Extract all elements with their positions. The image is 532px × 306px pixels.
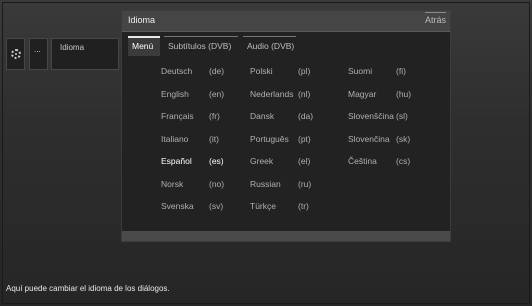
language-code: (pl) <box>298 66 311 76</box>
language-option-en[interactable]: English (en) <box>161 88 224 99</box>
tab-menu[interactable]: Menú <box>128 36 160 56</box>
language-name: Polski <box>250 66 273 76</box>
breadcrumb-settings[interactable] <box>6 38 25 70</box>
language-option-sl[interactable]: Slovenščina (sl) <box>348 111 408 121</box>
tab-audio-dvb[interactable]: Audio (DVB) <box>243 36 296 56</box>
language-option-hu[interactable]: Magyar (hu) <box>348 88 411 99</box>
language-name: Français <box>161 111 194 121</box>
language-option-pl[interactable]: Polski (pl) <box>250 66 310 76</box>
language-option-nl[interactable]: Nederlands (nl) <box>250 88 310 99</box>
language-option-tr[interactable]: Türkçe (tr) <box>250 201 309 211</box>
language-code: (da) <box>298 111 314 121</box>
language-code: (ru) <box>298 178 312 189</box>
language-name: Español <box>161 156 192 166</box>
language-code: (de) <box>209 66 225 76</box>
language-option-es[interactable]: Español (es) <box>161 156 224 166</box>
panel-header: Idioma Atrás <box>122 11 450 32</box>
language-code: (cs) <box>396 156 411 166</box>
language-name: Nederlands <box>250 88 294 99</box>
language-name: Türkçe <box>250 201 276 211</box>
ellipsis-icon: ... <box>34 45 41 54</box>
language-option-cs[interactable]: Čeština (cs) <box>348 156 410 166</box>
language-option-pt[interactable]: Português (pt) <box>250 133 311 144</box>
language-name: Deutsch <box>161 66 193 76</box>
language-name: Magyar <box>348 88 377 99</box>
language-name: Dansk <box>250 111 275 121</box>
language-name: English <box>161 88 189 99</box>
language-panel: Idioma Atrás Menú Subtítulos (DVB) Audio… <box>121 10 451 242</box>
language-option-sv[interactable]: Svenska (sv) <box>161 201 223 211</box>
language-option-it[interactable]: Italiano (it) <box>161 133 219 144</box>
gear-icon <box>11 49 21 59</box>
language-code: (fi) <box>396 66 406 76</box>
breadcrumb-language-label: Idioma <box>60 43 85 52</box>
help-text: Aquí puede cambiar el idioma de los diál… <box>6 284 170 293</box>
tab-subtitles-dvb[interactable]: Subtítulos (DVB) <box>164 36 238 56</box>
language-name: Svenska <box>161 201 194 211</box>
language-name: Italiano <box>161 133 189 144</box>
breadcrumb-language[interactable]: Idioma <box>51 38 119 70</box>
language-option-fr[interactable]: Français (fr) <box>161 111 220 121</box>
language-name: Norsk <box>161 178 184 189</box>
language-option-sk[interactable]: Slovenčina (sk) <box>348 133 410 144</box>
language-code: (no) <box>209 178 225 189</box>
language-name: Slovenščina <box>348 111 394 121</box>
language-name: Suomi <box>348 66 373 76</box>
language-code: (pt) <box>298 133 311 144</box>
language-code: (fr) <box>209 111 220 121</box>
language-option-da[interactable]: Dansk (da) <box>250 111 313 121</box>
language-code: (sv) <box>209 201 224 211</box>
language-name: Čeština <box>348 156 377 166</box>
language-option-no[interactable]: Norsk (no) <box>161 178 224 189</box>
language-name: Slovenčina <box>348 133 390 144</box>
language-code: (es) <box>209 156 224 166</box>
language-code: (el) <box>298 156 311 166</box>
panel-footer <box>122 231 450 241</box>
language-name: Russian <box>250 178 281 189</box>
language-code: (nl) <box>298 88 311 99</box>
back-button[interactable]: Atrás <box>424 12 447 25</box>
breadcrumb-ellipsis[interactable]: ... <box>29 38 48 70</box>
language-option-ru[interactable]: Russian (ru) <box>250 178 311 189</box>
language-code: (sl) <box>396 111 408 121</box>
tv-screen: ... Idioma Idioma Atrás Menú Subtítulos … <box>0 0 532 306</box>
language-code: (it) <box>209 133 219 144</box>
language-name: Português <box>250 133 289 144</box>
language-option-de[interactable]: Deutsch (de) <box>161 66 224 76</box>
language-code: (en) <box>209 88 225 99</box>
language-name: Greek <box>250 156 274 166</box>
language-code: (hu) <box>396 88 412 99</box>
language-option-el[interactable]: Greek (el) <box>250 156 310 166</box>
panel-title: Idioma <box>128 15 156 25</box>
language-option-fi[interactable]: Suomi (fi) <box>348 66 406 76</box>
language-code: (sk) <box>396 133 411 144</box>
language-code: (tr) <box>298 201 309 211</box>
